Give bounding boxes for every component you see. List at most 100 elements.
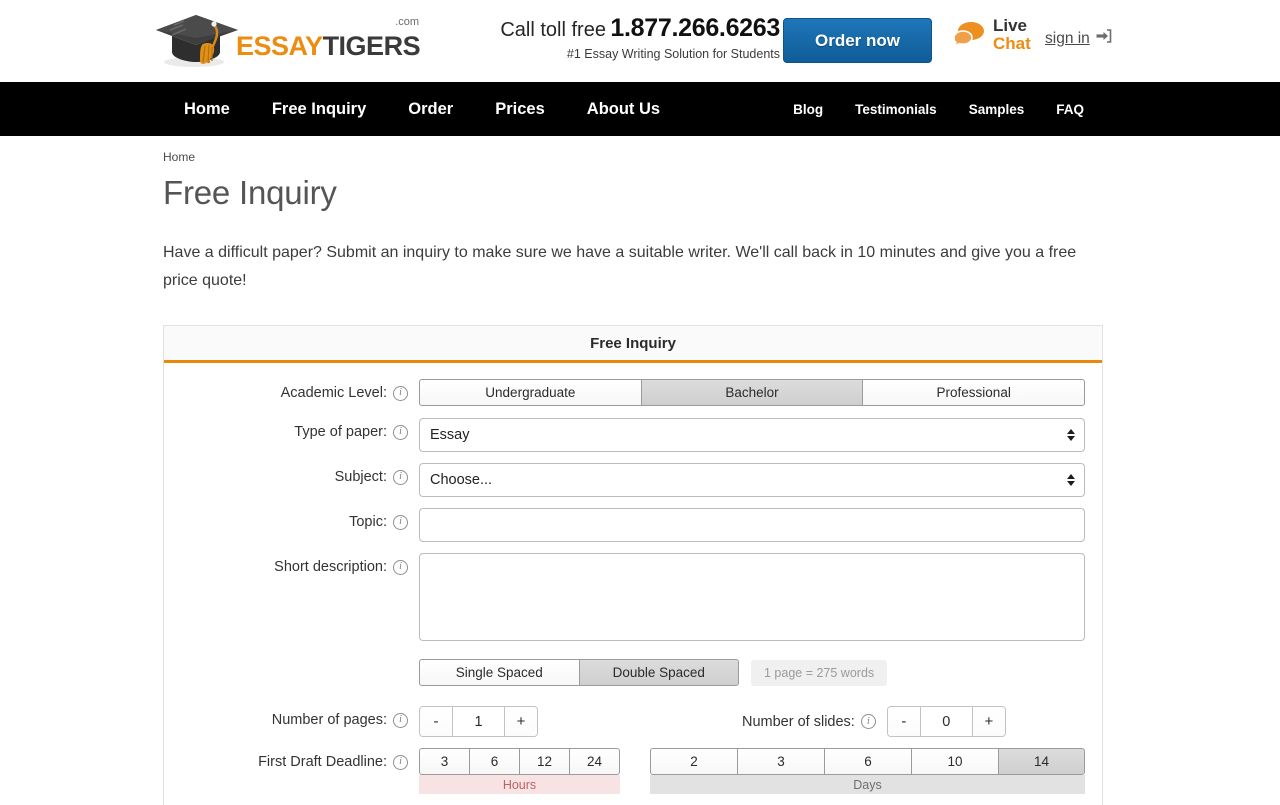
- slides-increment-button[interactable]: +: [972, 707, 1005, 736]
- field-short-description: Short description: i Single Spaced Doubl…: [164, 553, 1102, 686]
- type-of-paper-label: Type of paper: i: [164, 418, 419, 446]
- subject-select[interactable]: Choose...: [419, 463, 1085, 497]
- first-draft-deadline-label: First Draft Deadline: i: [164, 748, 419, 776]
- chat-bubbles-icon: [952, 20, 986, 50]
- deadline-hours-option-6[interactable]: 6: [469, 748, 519, 775]
- number-of-slides-label: Number of slides: i: [742, 714, 876, 730]
- spacing-option-double[interactable]: Double Spaced: [578, 659, 739, 686]
- nav-primary: Home Free Inquiry Order Prices About Us: [163, 82, 681, 136]
- nav-item-blog[interactable]: Blog: [777, 102, 839, 117]
- slides-value[interactable]: 0: [919, 707, 973, 736]
- spacing-row: Single Spaced Double Spaced 1 page = 275…: [419, 659, 1102, 686]
- type-of-paper-select[interactable]: Essay: [419, 418, 1085, 452]
- nav-item-samples[interactable]: Samples: [953, 102, 1041, 117]
- breadcrumb-item-home[interactable]: Home: [163, 150, 195, 164]
- logo-secondary: TIGERS: [322, 30, 421, 61]
- number-of-slides-label-text: Number of slides:: [742, 713, 855, 730]
- tagline: #1 Essay Writing Solution for Students: [566, 47, 780, 61]
- academic-level-button-group: Undergraduate Bachelor Professional: [419, 379, 1086, 406]
- academic-level-label: Academic Level: i: [164, 379, 419, 407]
- field-topic: Topic: i: [164, 508, 1102, 542]
- main-navigation: Home Free Inquiry Order Prices About Us …: [0, 82, 1280, 136]
- spacing-option-single[interactable]: Single Spaced: [419, 659, 579, 686]
- phone-number[interactable]: 1.877.266.6263: [610, 14, 780, 42]
- subject-label: Subject: i: [164, 463, 419, 491]
- short-description-label: Short description: i: [164, 553, 419, 581]
- type-of-paper-label-text: Type of paper:: [294, 424, 387, 440]
- logo-primary: ESSAY: [236, 30, 323, 61]
- order-now-button[interactable]: Order now: [783, 18, 932, 63]
- topic-label: Topic: i: [164, 508, 419, 536]
- deadline-hours-caption: Hours: [419, 775, 620, 794]
- nav-item-prices[interactable]: Prices: [474, 100, 566, 119]
- deadline-days-option-2[interactable]: 2: [650, 748, 737, 775]
- deadline-days-column: 2 3 6 10 14 Days: [650, 748, 1085, 794]
- academic-level-option-bachelor[interactable]: Bachelor: [640, 379, 863, 406]
- pages-increment-button[interactable]: +: [505, 707, 537, 736]
- pages-value[interactable]: 1: [452, 707, 505, 736]
- field-subject: Subject: i Choose...: [164, 463, 1102, 497]
- phone-label: Call toll free: [500, 19, 606, 41]
- deadline-hours-column: 3 6 12 24 Hours: [419, 748, 620, 794]
- short-description-textarea[interactable]: [419, 553, 1085, 641]
- live-chat-line2: Chat: [993, 33, 1031, 53]
- live-chat-button[interactable]: Live Chat: [952, 17, 1031, 53]
- spacing-button-group: Single Spaced Double Spaced: [419, 659, 739, 686]
- nav-item-order[interactable]: Order: [387, 100, 474, 119]
- info-icon[interactable]: i: [393, 469, 408, 485]
- academic-level-option-professional[interactable]: Professional: [862, 379, 1086, 406]
- subject-value: Choose...: [430, 472, 493, 488]
- pages-decrement-button[interactable]: -: [420, 707, 452, 736]
- academic-level-option-undergraduate[interactable]: Undergraduate: [419, 379, 641, 406]
- graduation-cap-icon: [150, 8, 242, 70]
- deadline-hours-option-24[interactable]: 24: [569, 748, 620, 775]
- phone-block: Call toll free 1.877.266.6263 #1 Essay W…: [482, 14, 780, 61]
- breadcrumb: Home: [163, 150, 195, 164]
- sign-in-arrow-icon: [1095, 28, 1112, 49]
- info-icon[interactable]: i: [393, 559, 408, 575]
- short-description-label-text: Short description:: [274, 559, 387, 575]
- info-icon[interactable]: i: [393, 514, 408, 530]
- number-of-pages-label-text: Number of pages:: [271, 712, 387, 728]
- words-per-page-note: 1 page = 275 words: [751, 659, 888, 686]
- nav-item-faq[interactable]: FAQ: [1040, 102, 1100, 117]
- deadline-hours-buttons: 3 6 12 24: [419, 748, 620, 775]
- panel-title: Free Inquiry: [164, 326, 1102, 363]
- free-inquiry-form-panel: Free Inquiry Academic Level: i Undergrad…: [163, 325, 1103, 805]
- info-icon[interactable]: i: [393, 712, 408, 728]
- chevron-updown-icon: [1067, 429, 1075, 441]
- subject-label-text: Subject:: [334, 469, 387, 485]
- academic-level-label-text: Academic Level:: [280, 385, 387, 401]
- logo-tld: .com: [395, 15, 420, 28]
- nav-item-testimonials[interactable]: Testimonials: [839, 102, 953, 117]
- nav-item-about-us[interactable]: About Us: [566, 100, 681, 119]
- number-of-slides-stepper: - 0 +: [886, 706, 1006, 737]
- slides-decrement-button[interactable]: -: [887, 707, 920, 736]
- deadline-days-option-6[interactable]: 6: [824, 748, 911, 775]
- sign-in-link[interactable]: sign in: [1045, 28, 1112, 49]
- field-first-draft-deadline: First Draft Deadline: i 3 6 12 24 Hours: [164, 748, 1102, 794]
- field-type-of-paper: Type of paper: i Essay: [164, 418, 1102, 452]
- deadline-days-buttons: 2 3 6 10 14: [650, 748, 1085, 775]
- field-academic-level: Academic Level: i Undergraduate Bachelor…: [164, 379, 1102, 407]
- deadline-hours-option-12[interactable]: 12: [519, 748, 569, 775]
- deadline-days-caption: Days: [650, 775, 1085, 794]
- info-icon[interactable]: i: [860, 714, 876, 729]
- nav-item-free-inquiry[interactable]: Free Inquiry: [251, 100, 387, 119]
- nav-item-home[interactable]: Home: [163, 100, 251, 119]
- page-intro-text: Have a difficult paper? Submit an inquir…: [163, 244, 1077, 289]
- deadline-days-option-3[interactable]: 3: [737, 748, 824, 775]
- deadline-hours-option-3[interactable]: 3: [419, 748, 469, 775]
- number-of-pages-label: Number of pages: i: [164, 706, 419, 734]
- info-icon[interactable]: i: [393, 385, 408, 401]
- deadline-days-option-14[interactable]: 14: [998, 748, 1085, 775]
- info-icon[interactable]: i: [393, 424, 408, 440]
- site-logo[interactable]: .com ESSAYTIGERS: [150, 8, 421, 70]
- nav-secondary: Blog Testimonials Samples FAQ: [777, 82, 1100, 136]
- field-counts: Number of pages: i - 1 + Number of slide…: [164, 706, 1102, 737]
- deadline-days-option-10[interactable]: 10: [911, 748, 998, 775]
- number-of-pages-stepper: - 1 +: [419, 706, 538, 737]
- info-icon[interactable]: i: [393, 754, 408, 770]
- topic-label-text: Topic:: [349, 514, 387, 530]
- topic-input[interactable]: [419, 508, 1085, 542]
